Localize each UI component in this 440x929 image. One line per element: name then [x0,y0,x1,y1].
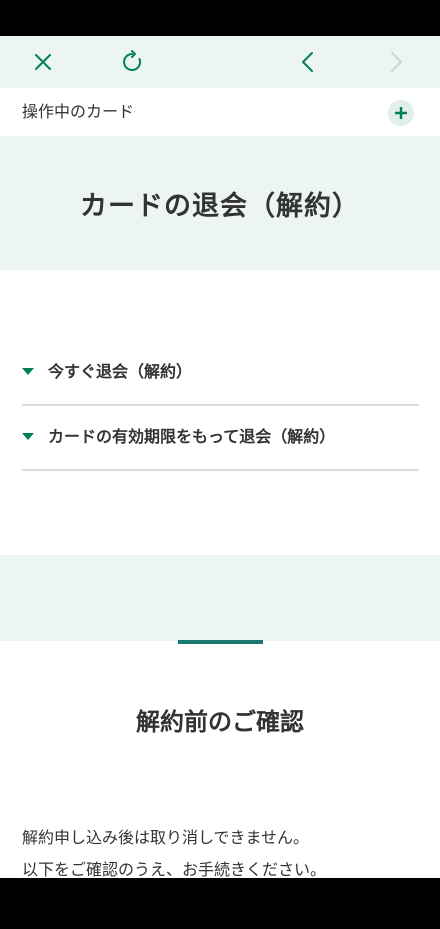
confirmation-line: 解約申し込み後は取り消しできません。 [22,828,310,847]
plus-icon [395,107,407,119]
reload-icon [123,50,142,71]
section-accent-line [178,640,263,644]
close-button[interactable] [21,36,65,88]
system-nav-bar [0,878,440,929]
chevron-right-icon [391,52,402,72]
caret-down-icon [22,433,34,440]
accordion-item-cancel-at-expiry[interactable]: カードの有効期限をもって退会（解約） [22,405,419,471]
caret-down-icon [22,368,34,375]
forward-button[interactable] [374,36,418,88]
confirmation-text: 解約申し込み後は取り消しできません。 以下をご確認のうえ、お手続きください。 [22,822,422,886]
confirmation-title: 解約前のご確認 [136,708,304,736]
current-card-label: 操作中のカード [22,102,135,121]
page-header: カードの退会（解約） [0,136,440,270]
accordion-item-label: 今すぐ退会（解約） [48,362,193,381]
reload-button[interactable] [110,36,154,88]
add-card-button[interactable] [388,100,414,126]
accordion-item-label: カードの有効期限をもって退会（解約） [48,427,336,446]
page-title: カードの退会（解約） [80,190,360,222]
back-button[interactable] [286,36,330,88]
chevron-left-icon [302,52,313,72]
current-card-bar: 操作中のカード [0,88,440,136]
accordion-item-cancel-now[interactable]: 今すぐ退会（解約） [22,340,419,406]
browser-toolbar [0,36,440,88]
section-band [0,555,440,641]
close-icon [35,54,51,70]
status-bar [0,0,440,36]
